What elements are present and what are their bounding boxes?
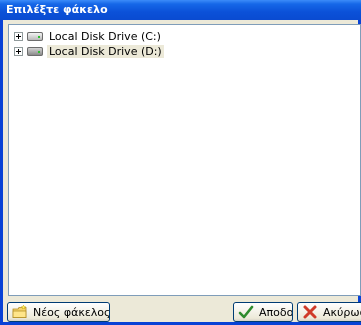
dialog-title: Επιλέξτε φάκελο [0, 0, 361, 20]
checkmark-icon [238, 305, 254, 319]
close-icon [303, 305, 317, 319]
cancel-button[interactable]: Ακύρωση [297, 302, 361, 322]
hard-drive-icon [27, 47, 43, 56]
folder-tree[interactable]: Local Disk Drive (C:) Local Disk Drive (… [8, 24, 361, 296]
folder-picker-dialog: Επιλέξτε φάκελο Local Disk Drive (C:) Lo… [0, 0, 361, 325]
cancel-label: Ακύρωση [323, 305, 361, 319]
ok-button[interactable]: Αποδοχή [233, 302, 293, 322]
new-folder-button[interactable]: Νέος φάκελος [7, 302, 110, 322]
tree-item-label: Local Disk Drive (D:) [47, 45, 164, 58]
tree-item-drive-d[interactable]: Local Disk Drive (D:) [14, 44, 164, 59]
tree-item-label: Local Disk Drive (C:) [49, 30, 161, 43]
hard-drive-icon [27, 32, 43, 41]
ok-label: Αποδοχή [259, 305, 293, 319]
tree-item-drive-c[interactable]: Local Disk Drive (C:) [14, 29, 163, 44]
new-folder-label: Νέος φάκελος [33, 305, 110, 319]
expand-icon[interactable] [14, 32, 23, 41]
expand-icon[interactable] [14, 47, 23, 56]
new-folder-icon [12, 304, 27, 318]
